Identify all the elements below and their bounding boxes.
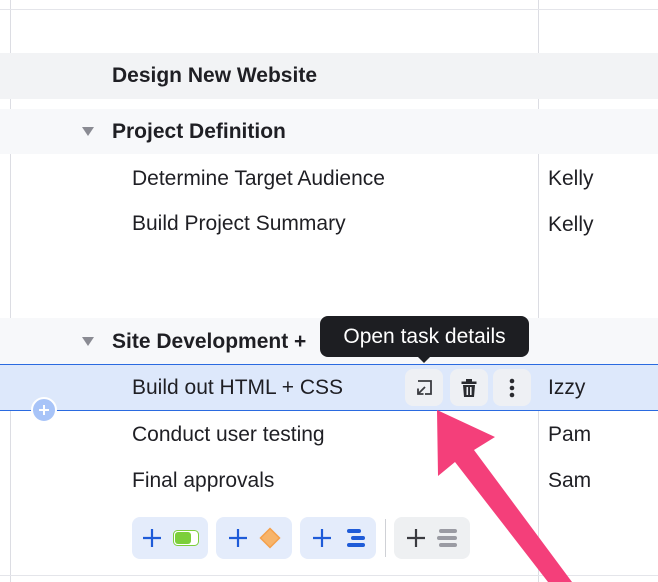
text-lines-icon: [437, 529, 457, 547]
collapse-caret-icon[interactable]: [82, 127, 94, 136]
task-row[interactable]: Determine Target Audience Kelly: [0, 155, 658, 201]
add-task-button[interactable]: [132, 517, 208, 559]
task-name[interactable]: Build Project Summary: [132, 212, 346, 236]
grid-top-border: [0, 9, 658, 10]
collapse-caret-icon[interactable]: [82, 337, 94, 346]
tooltip-arrow: [417, 356, 431, 363]
task-row[interactable]: Conduct user testing Pam: [0, 411, 658, 457]
project-row[interactable]: Design New Website: [0, 53, 658, 99]
plus-icon: [229, 529, 247, 547]
task-assignee[interactable]: Pam: [548, 423, 591, 447]
task-name[interactable]: Conduct user testing: [132, 423, 325, 447]
group-row-project-definition[interactable]: Project Definition: [0, 109, 658, 154]
more-vertical-icon: [509, 378, 515, 397]
task-assignee[interactable]: Kelly: [548, 213, 594, 237]
group-title: Site Development +: [112, 330, 307, 353]
plus-icon: [407, 529, 425, 547]
add-subtask-list-button[interactable]: [300, 517, 376, 559]
trash-icon: [461, 378, 477, 397]
add-text-row-button[interactable]: [394, 517, 470, 559]
task-row[interactable]: Build Project Summary Kelly: [0, 201, 658, 247]
task-assignee[interactable]: Kelly: [548, 167, 594, 191]
toolbar-divider: [385, 519, 386, 557]
grid-bottom-border: [0, 575, 658, 576]
task-name[interactable]: Final approvals: [132, 469, 274, 493]
open-task-details-icon: [417, 379, 432, 395]
project-title: Design New Website: [112, 64, 317, 87]
add-milestone-button[interactable]: [216, 517, 292, 559]
open-task-details-button[interactable]: [405, 369, 443, 406]
tooltip: Open task details: [320, 316, 529, 357]
more-options-button[interactable]: [493, 369, 531, 406]
plus-icon: [313, 529, 331, 547]
plus-icon: [143, 529, 161, 547]
milestone-diamond-icon: [259, 527, 281, 549]
task-assignee[interactable]: Sam: [548, 469, 591, 493]
task-name[interactable]: Determine Target Audience: [132, 167, 385, 191]
list-lines-icon: [347, 529, 365, 547]
task-row-selected[interactable]: Build out HTML + CSS Izzy: [0, 364, 658, 411]
task-name[interactable]: Build out HTML + CSS: [132, 376, 343, 400]
group-title: Project Definition: [112, 120, 286, 143]
task-assignee[interactable]: Izzy: [548, 376, 585, 400]
toggle-icon: [173, 530, 199, 546]
task-row[interactable]: Final approvals Sam: [0, 457, 658, 503]
delete-task-button[interactable]: [450, 369, 488, 406]
